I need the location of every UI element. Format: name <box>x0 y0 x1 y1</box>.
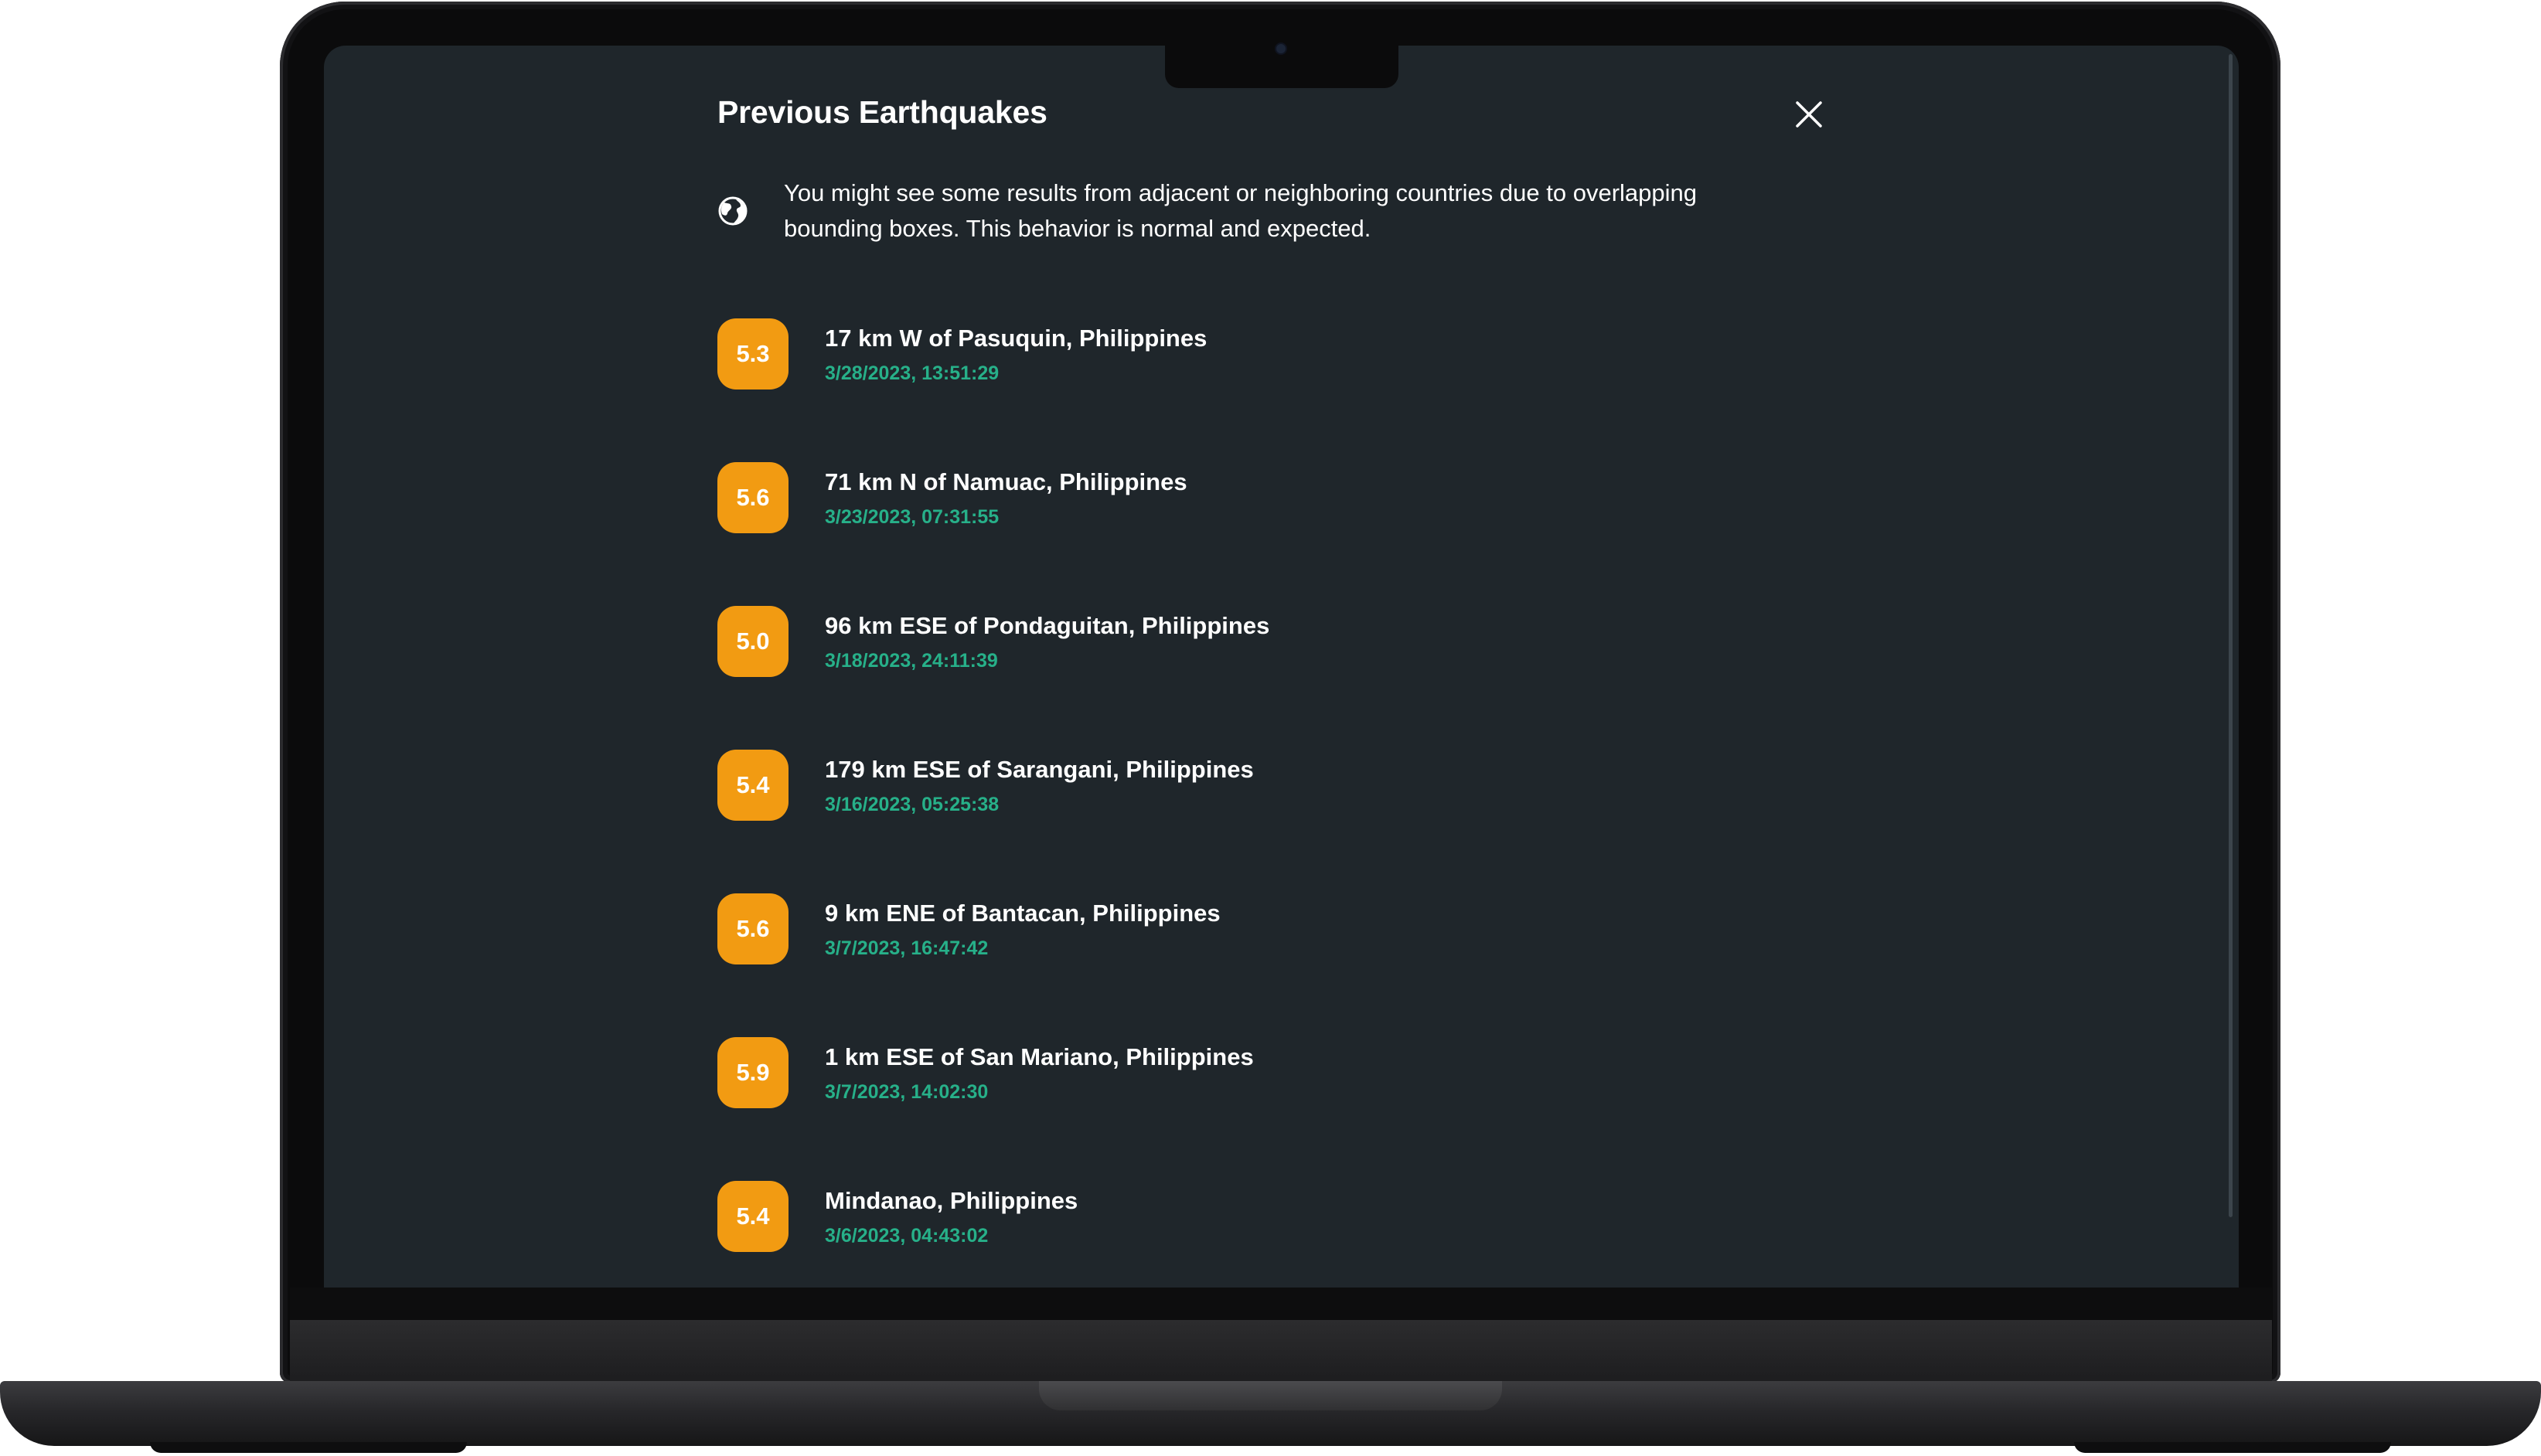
earthquake-list-item[interactable]: 5.6 71 km N of Namuac, Philippines 3/23/… <box>717 462 1800 606</box>
earthquake-location: 96 km ESE of Pondaguitan, Philippines <box>825 612 1270 639</box>
globe-icon <box>718 196 748 226</box>
camera-icon <box>1276 44 1286 53</box>
earthquake-location: 179 km ESE of Sarangani, Philippines <box>825 756 1254 783</box>
dialog-title: Previous Earthquakes <box>717 94 1047 130</box>
earthquake-list-item[interactable]: 5.6 9 km ENE of Bantacan, Philippines 3/… <box>717 893 1800 1037</box>
close-button[interactable] <box>1790 96 1827 133</box>
earthquake-location: 17 km W of Pasuquin, Philippines <box>825 325 1207 352</box>
earthquake-timestamp: 3/6/2023, 04:43:02 <box>825 1225 989 1247</box>
magnitude-badge: 5.6 <box>717 893 789 964</box>
earthquake-list-item[interactable]: 5.4 179 km ESE of Sarangani, Philippines… <box>717 750 1800 893</box>
close-icon <box>1796 101 1822 128</box>
scrollbar[interactable] <box>2229 54 2233 1217</box>
earthquake-timestamp: 3/7/2023, 14:02:30 <box>825 1081 989 1103</box>
earthquake-list-item[interactable]: 5.9 1 km ESE of San Mariano, Philippines… <box>717 1037 1800 1181</box>
laptop-mockup: Previous Earthquakes You might see some … <box>0 0 2541 1456</box>
notice-text: You might see some results from adjacent… <box>784 179 1697 242</box>
earthquake-list: 5.3 17 km W of Pasuquin, Philippines 3/2… <box>717 318 1800 1325</box>
magnitude-badge: 5.4 <box>717 1181 789 1252</box>
magnitude-badge: 5.0 <box>717 606 789 677</box>
earthquake-location: 71 km N of Namuac, Philippines <box>825 468 1187 495</box>
laptop-foot-left <box>150 1442 467 1453</box>
laptop-hinge <box>290 1320 2272 1382</box>
trackpad-lip <box>1039 1381 1502 1410</box>
earthquake-location: Mindanao, Philippines <box>825 1187 1078 1214</box>
earthquake-timestamp: 3/16/2023, 05:25:38 <box>825 794 1000 815</box>
laptop-foot-right <box>2074 1442 2391 1453</box>
earthquake-location: 9 km ENE of Bantacan, Philippines <box>825 900 1221 927</box>
earthquake-timestamp: 3/18/2023, 24:11:39 <box>825 650 998 672</box>
previous-earthquakes-dialog: Previous Earthquakes You might see some … <box>717 85 1877 1291</box>
earthquake-timestamp: 3/23/2023, 07:31:55 <box>825 506 1000 528</box>
earthquake-timestamp: 3/28/2023, 13:51:29 <box>825 362 1000 384</box>
magnitude-badge: 5.9 <box>717 1037 789 1108</box>
magnitude-badge: 5.4 <box>717 750 789 821</box>
earthquake-list-item[interactable]: 5.0 96 km ESE of Pondaguitan, Philippine… <box>717 606 1800 750</box>
magnitude-badge: 5.3 <box>717 318 789 390</box>
earthquake-location: 1 km ESE of San Mariano, Philippines <box>825 1043 1254 1070</box>
laptop-bezel-chin <box>290 1288 2272 1320</box>
earthquake-list-item[interactable]: 5.3 17 km W of Pasuquin, Philippines 3/2… <box>717 318 1800 462</box>
earthquake-timestamp: 3/7/2023, 16:47:42 <box>825 937 989 959</box>
magnitude-badge: 5.6 <box>717 462 789 533</box>
